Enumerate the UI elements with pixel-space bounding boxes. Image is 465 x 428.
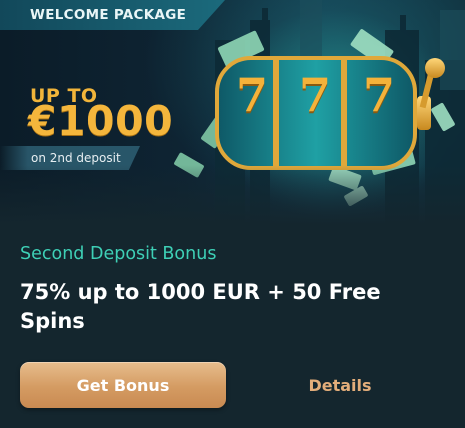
details-button[interactable]: Details (284, 362, 396, 408)
offer-subtitle: Second Deposit Bonus (20, 244, 217, 264)
welcome-package-label: WELCOME PACKAGE (30, 7, 187, 23)
get-bonus-button[interactable]: Get Bonus (20, 362, 226, 408)
bonus-card: 7 7 7 WELCOME PACKAGE UP TO €1000 on 2nd… (0, 0, 465, 428)
reel-1: 7 (235, 68, 268, 122)
promo-amount: €1000 (28, 97, 174, 145)
reel-3: 7 (362, 68, 395, 122)
banner-fade (0, 165, 465, 225)
promo-banner: 7 7 7 WELCOME PACKAGE UP TO €1000 on 2nd… (0, 0, 465, 225)
promo-sub-text: on 2nd deposit (31, 151, 121, 165)
reel-2: 7 (298, 68, 331, 122)
welcome-package-tag: WELCOME PACKAGE (0, 0, 225, 30)
offer-title: 75% up to 1000 EUR + 50 Free Spins (20, 280, 381, 333)
